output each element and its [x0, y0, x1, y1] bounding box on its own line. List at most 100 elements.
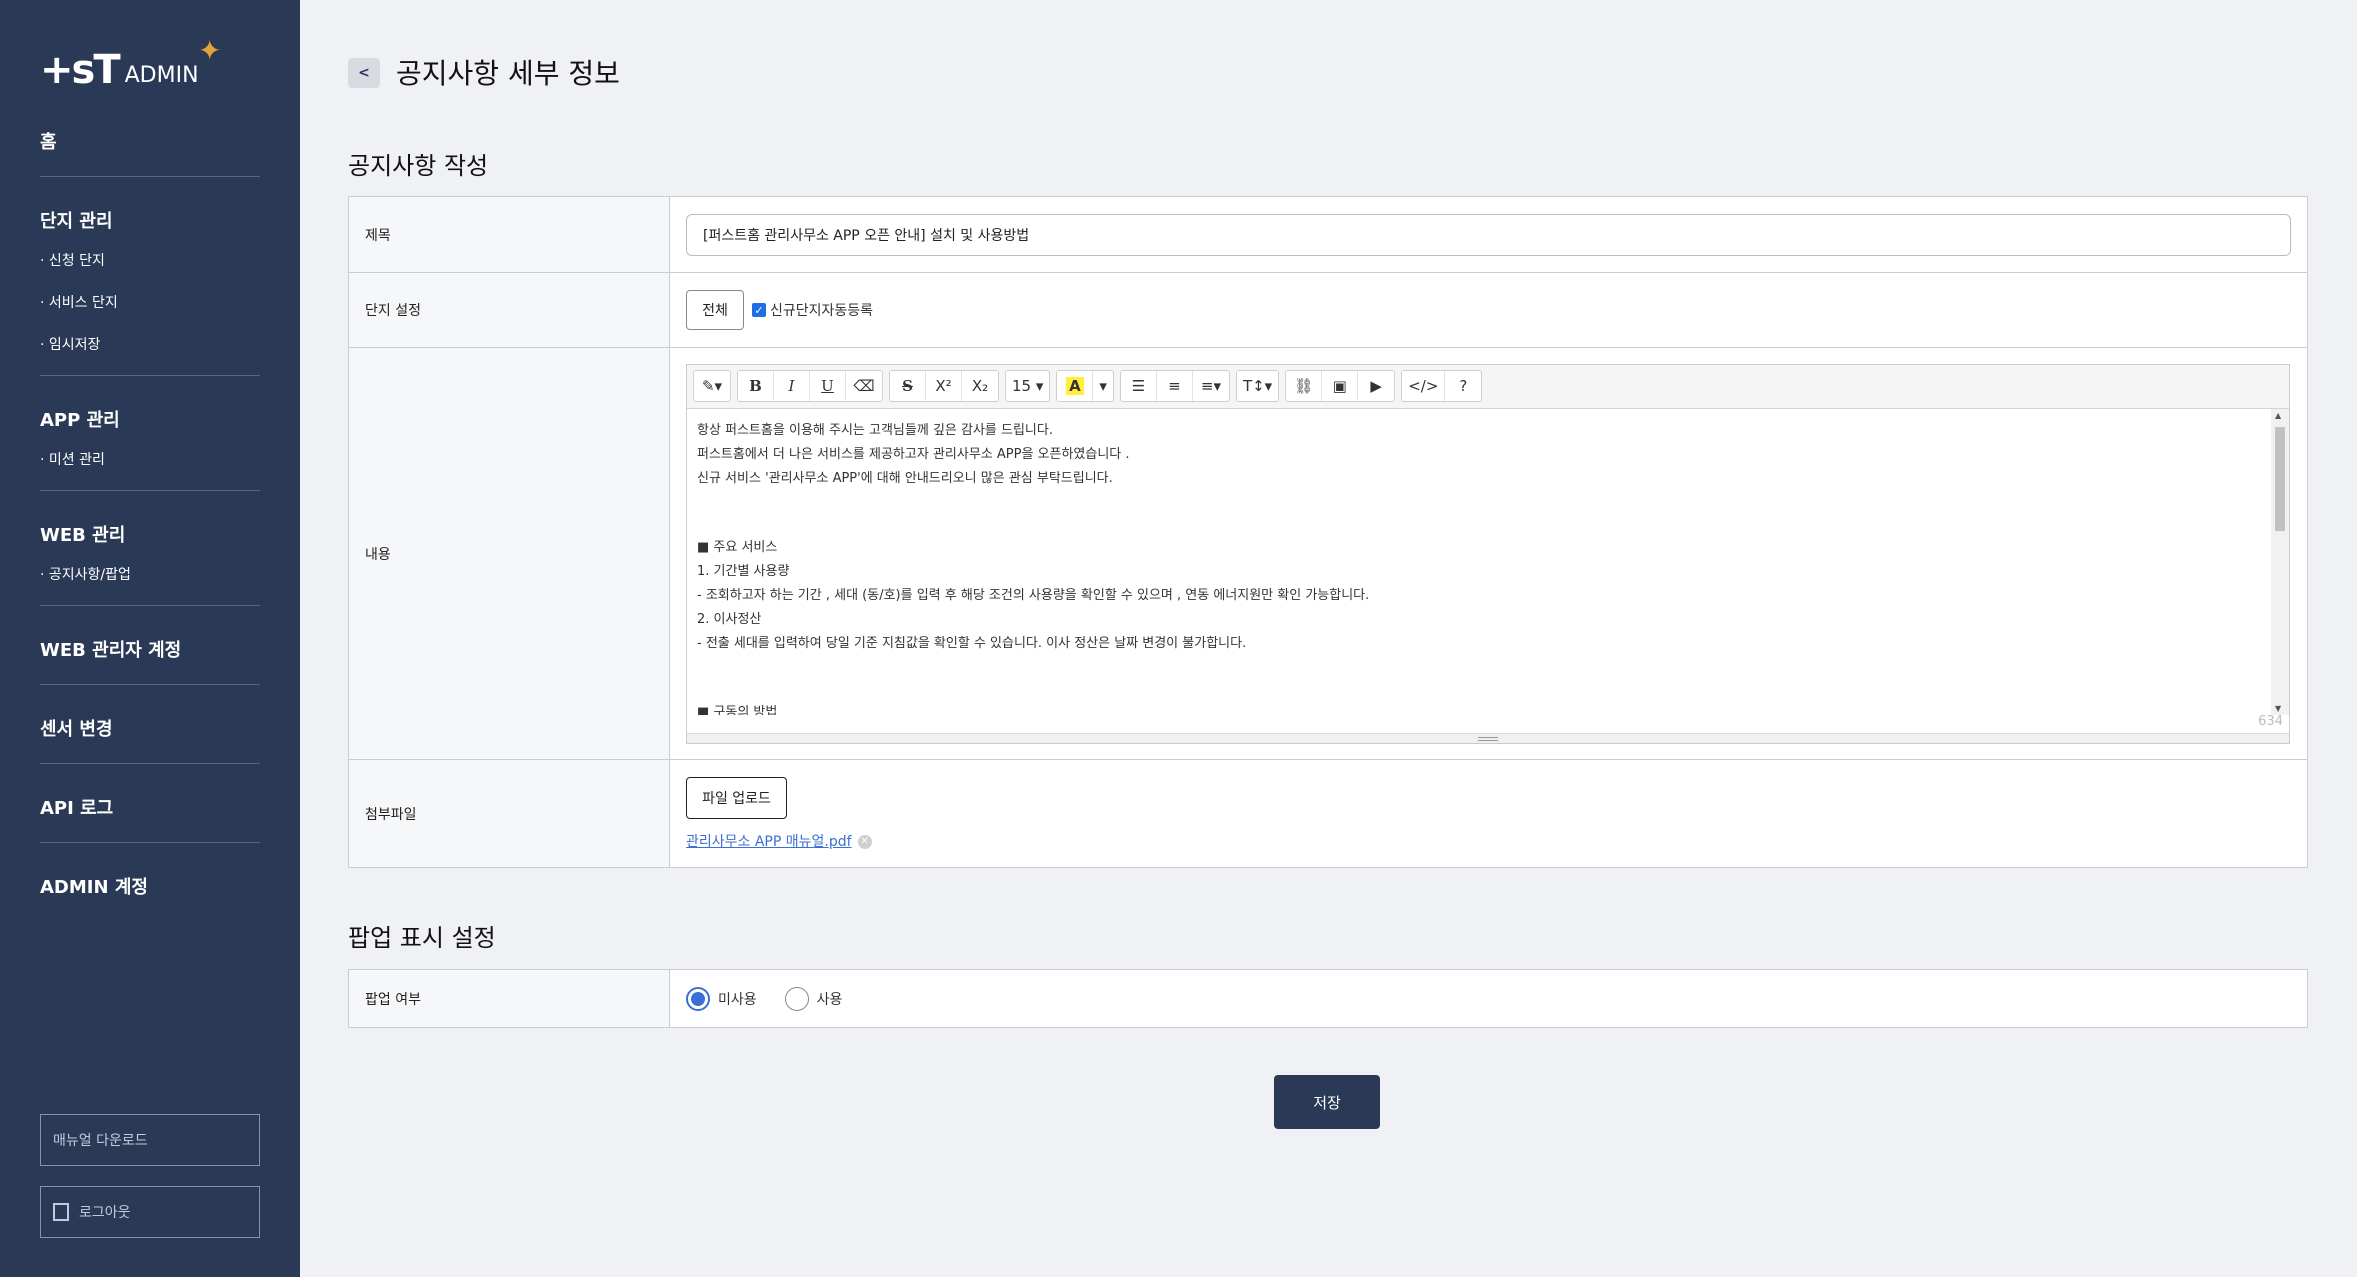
eraser-icon[interactable]: ⌫ [846, 371, 882, 401]
sidebar-item-web-admin-account[interactable]: WEB 관리자 계정 [40, 636, 260, 666]
magic-style-icon[interactable]: ✎▾ [694, 371, 730, 401]
editor-resize-handle[interactable] [687, 732, 2289, 743]
sidebar-item-home[interactable]: 홈 [40, 128, 260, 158]
logout-button[interactable]: 로그아웃 [40, 1186, 260, 1238]
sidebar-item-app-management[interactable]: APP 관리 [40, 406, 260, 436]
nav-group-home: 홈 [40, 128, 260, 177]
italic-button[interactable]: I [774, 371, 810, 401]
file-upload-button[interactable]: 파일 업로드 [686, 776, 787, 819]
sidebar: +sT ADMIN ✦ 홈 단지 관리 · 신청 단지 · 서비스 단지 · 임… [0, 0, 300, 1277]
font-size-select[interactable]: 15 ▾ [1006, 371, 1049, 401]
editor-line: 항상 퍼스트홈을 이용해 주시는 고객님들께 깊은 감사를 드립니다. [697, 422, 1053, 438]
logo-star-icon: ✦ [198, 34, 222, 67]
attachment-label: 첨부파일 [349, 760, 670, 867]
editor-line: - 조회하고자 하는 기간 , 세대 (동/호)를 입력 후 해당 조건의 사용… [697, 587, 1370, 603]
editor-blank-line [697, 491, 2261, 536]
scroll-up-icon[interactable]: ▲ [2275, 411, 2281, 420]
editor-line: 1. 기간별 사용량 [697, 563, 790, 579]
notice-form: 제목 [퍼스트홈 관리사무소 APP 오픈 안내] 설치 및 사용방법 단지 설… [348, 196, 2308, 868]
superscript-button[interactable]: X² [926, 371, 962, 401]
editor-scrollbar[interactable]: ▲ ▼ [2271, 408, 2289, 715]
sidebar-item-sensor-change[interactable]: 센서 변경 [40, 715, 260, 745]
auto-register-label: 신규단지자동등록 [770, 303, 874, 319]
numbered-list-icon[interactable]: ≡ [1157, 371, 1193, 401]
editor-line: - 전출 세대를 입력하여 당일 기준 지침값을 확인할 수 있습니다. 이사 … [697, 635, 1247, 651]
logo-text: ADMIN [124, 63, 199, 88]
align-icon[interactable]: ≡▾ [1193, 371, 1229, 401]
bullet-list-icon[interactable]: ☰ [1121, 371, 1157, 401]
remove-file-icon[interactable]: ✕ [857, 834, 872, 849]
sidebar-item-mission-management[interactable]: · 미션 관리 [40, 448, 260, 472]
scroll-down-icon[interactable]: ▼ [2275, 704, 2281, 713]
popup-form: 팝업 여부 미사용 사용 [348, 969, 2308, 1028]
line-height-icon[interactable]: T↕▾ [1237, 371, 1278, 401]
nav-group-sensor: 센서 변경 [40, 715, 260, 764]
save-button[interactable]: 저장 [1274, 1075, 1380, 1129]
attachment-row: 첨부파일 파일 업로드 관리사무소 APP 매뉴얼.pdf ✕ [349, 760, 2307, 867]
character-count: 634 [2258, 713, 2283, 729]
logo-mark: +sT [40, 47, 121, 93]
popup-section-title: 팝업 표시 설정 [348, 924, 496, 952]
subscript-button[interactable]: X₂ [962, 371, 998, 401]
popup-label: 팝업 여부 [349, 970, 670, 1027]
sidebar-item-api-log[interactable]: API 로그 [40, 794, 260, 824]
subject-row: 제목 [퍼스트홈 관리사무소 APP 오픈 안내] 설치 및 사용방법 [349, 197, 2307, 273]
editor-toolbar: ✎▾ B I U ⌫ S X² X₂ 15 ▾ A ▾ ☰ ≡ ≡▾ T↕▾ ⛓… [687, 364, 2289, 409]
page-title: 공지사항 세부 정보 [396, 57, 620, 90]
sidebar-item-service-complex[interactable]: · 서비스 단지 [40, 291, 260, 315]
back-button[interactable]: < [348, 58, 380, 88]
manual-download-label: 매뉴얼 다운로드 [53, 1133, 148, 1149]
sidebar-nav: 홈 단지 관리 · 신청 단지 · 서비스 단지 · 임시저장 APP 관리 ·… [40, 128, 260, 951]
editor-line: 2. 이사정산 [697, 611, 762, 627]
popup-row: 팝업 여부 미사용 사용 [349, 970, 2307, 1027]
font-size-value: 15 [1012, 377, 1032, 395]
logout-label: 로그아웃 [79, 1205, 131, 1221]
nav-group-admin: ADMIN 계정 [40, 873, 260, 921]
nav-group-web-admin: WEB 관리자 계정 [40, 636, 260, 685]
content-row: 내용 ✎▾ B I U ⌫ S X² X₂ 15 ▾ A ▾ ☰ ≡ ≡▾ T↕… [349, 348, 2307, 760]
editor-content[interactable]: 항상 퍼스트홈을 이용해 주시는 고객님들께 깊은 감사를 드립니다. 퍼스트홈… [687, 409, 2271, 715]
complex-row: 단지 설정 전체 ✓ 신규단지자동등록 [349, 273, 2307, 348]
editor-blank-line [697, 656, 2261, 701]
logo[interactable]: +sT ADMIN ✦ [40, 34, 221, 93]
highlight-color-button[interactable]: A [1057, 371, 1094, 401]
bold-button[interactable]: B [738, 371, 774, 401]
help-icon[interactable]: ? [1445, 371, 1481, 401]
sidebar-item-admin-account[interactable]: ADMIN 계정 [40, 873, 260, 903]
popup-on-label: 사용 [816, 991, 843, 1008]
editor-line: ■ 구동의 방법 [697, 704, 778, 715]
notice-section-title: 공지사항 작성 [348, 152, 489, 180]
manual-download-button[interactable]: 매뉴얼 다운로드 [40, 1114, 260, 1166]
nav-group-complex: 단지 관리 · 신청 단지 · 서비스 단지 · 임시저장 [40, 207, 260, 376]
sidebar-item-complex-management[interactable]: 단지 관리 [40, 207, 260, 237]
nav-group-web: WEB 관리 · 공지사항/팝업 [40, 521, 260, 606]
editor-line: 신규 서비스 '관리사무소 APP'에 대해 안내드리오니 많은 관심 부탁드립… [697, 470, 1113, 486]
image-icon[interactable]: ▣ [1322, 371, 1359, 401]
underline-button[interactable]: U [810, 371, 846, 401]
logout-icon [53, 1203, 69, 1221]
code-view-icon[interactable]: </> [1402, 371, 1446, 401]
strikethrough-button[interactable]: S [890, 371, 926, 401]
sidebar-item-temp-saved[interactable]: · 임시저장 [40, 333, 260, 357]
sidebar-item-web-management[interactable]: WEB 관리 [40, 521, 260, 551]
nav-group-api: API 로그 [40, 794, 260, 843]
scrollbar-thumb[interactable] [2275, 426, 2285, 531]
editor-line: 퍼스트홈에서 더 나은 서비스를 제공하고자 관리사무소 APP을 오픈하였습니… [697, 446, 1130, 462]
video-icon[interactable]: ▶ [1358, 371, 1394, 401]
sidebar-item-notice-popup[interactable]: · 공지사항/팝업 [40, 563, 260, 587]
subject-label: 제목 [349, 197, 670, 272]
editor-line: ■ 주요 서비스 [697, 539, 778, 555]
color-dropdown-icon[interactable]: ▾ [1093, 371, 1113, 401]
content-label: 내용 [349, 348, 670, 759]
complex-all-button[interactable]: 전체 [686, 290, 744, 330]
popup-on-radio[interactable] [784, 986, 809, 1011]
subject-input[interactable]: [퍼스트홈 관리사무소 APP 오픈 안내] 설치 및 사용방법 [686, 213, 2291, 256]
attached-file-link[interactable]: 관리사무소 APP 매뉴얼.pdf [686, 834, 852, 850]
nav-group-app: APP 관리 · 미션 관리 [40, 406, 260, 491]
popup-off-radio[interactable] [686, 986, 710, 1011]
auto-register-checkbox[interactable]: ✓ [752, 303, 766, 317]
complex-label: 단지 설정 [349, 273, 670, 347]
sidebar-item-applied-complex[interactable]: · 신청 단지 [40, 249, 260, 273]
popup-off-label: 미사용 [718, 991, 757, 1008]
link-icon[interactable]: ⛓ [1286, 371, 1323, 401]
